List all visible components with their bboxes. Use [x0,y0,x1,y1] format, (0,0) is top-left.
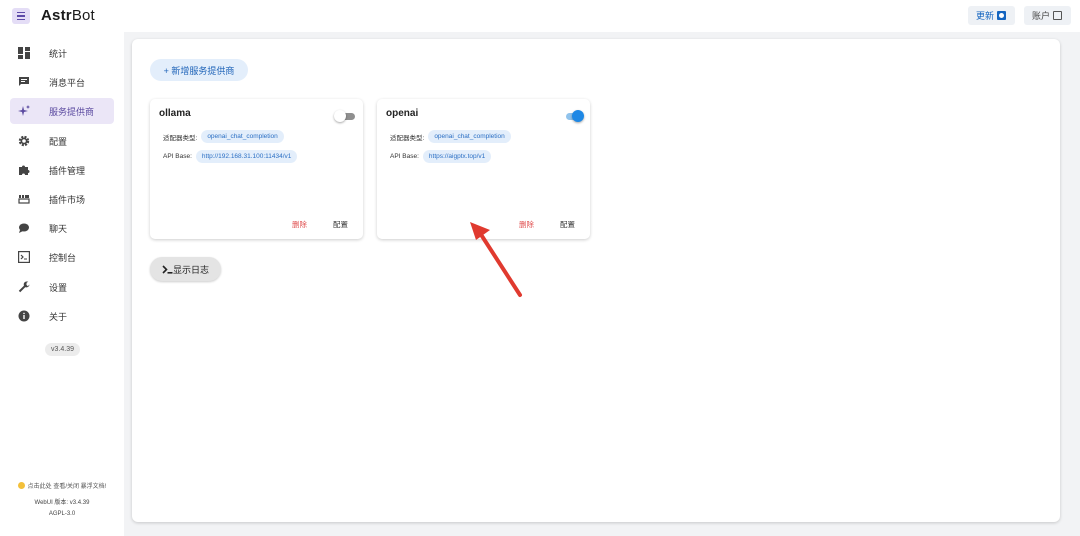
config-button[interactable]: 配置 [333,219,348,230]
app-brand: AstrBot [41,7,95,24]
sidebar-item-label: 服务提供商 [49,106,95,117]
adapter-type-row: 适配器类型: openai_chat_completion [390,130,511,143]
sidebar-item-label: 关于 [49,311,68,322]
annotation-arrow-icon [470,222,522,297]
sidebar-item-providers[interactable]: 服务提供商 [10,98,114,124]
sidebar-item-label: 聊天 [49,223,68,234]
dashboard-icon [18,47,30,59]
sidebar-item-chat[interactable]: 聊天 [10,215,114,241]
adapter-type-label: 适配器类型: [390,134,425,142]
adapter-type-label: 适配器类型: [163,134,198,142]
sidebar: 统计 消息平台 服务提供商 配置 插件管理 插件市场 聊天 控制台 设置 关于 … [0,38,124,536]
brand-bold: Astr [41,7,72,24]
wrench-icon [18,281,30,293]
api-base-label: API Base: [163,153,192,160]
provider-card-ollama: ollama 适配器类型: openai_chat_completion API… [150,99,363,239]
delete-button[interactable]: 删除 [292,219,307,230]
sidebar-item-label: 插件市场 [49,194,86,205]
gear-icon [18,135,30,147]
message-icon [18,76,30,88]
chat-icon [18,222,30,234]
sidebar-item-config[interactable]: 配置 [10,128,114,154]
sidebar-item-plugin-manage[interactable]: 插件管理 [10,157,114,183]
sidebar-item-message-platform[interactable]: 消息平台 [10,69,114,95]
account-button[interactable]: 账户 [1024,6,1071,25]
api-base-chip: http://192.168.31.100:11434/v1 [195,150,298,163]
sidebar-item-stats[interactable]: 统计 [10,40,114,66]
sparkle-icon [18,105,30,117]
toggle-knob [334,110,346,122]
sidebar-item-label: 控制台 [49,252,77,263]
top-bar: AstrBot 更新 账户 [0,0,1080,32]
sidebar-item-label: 设置 [49,282,68,293]
api-base-row: API Base: https://aigptx.top/v1 [390,150,492,163]
sidebar-item-label: 统计 [49,48,68,59]
toggle-knob [572,110,584,122]
console-icon [18,251,30,263]
provider-name: ollama [159,108,191,119]
docs-tip-link[interactable]: 点击此处 查看/关闭 暴浮文档! [0,481,124,490]
show-log-button[interactable]: 显示日志 [150,257,221,281]
provider-enable-toggle[interactable] [561,110,584,124]
info-icon [18,310,30,322]
store-icon [18,193,30,205]
sidebar-item-label: 消息平台 [49,77,86,88]
adapter-type-row: 适配器类型: openai_chat_completion [163,130,284,143]
docs-tip-text: 点击此处 查看/关闭 暴浮文档! [27,484,107,490]
update-label: 更新 [976,11,995,21]
update-icon [997,11,1007,20]
license-text: AGPL-3.0 [48,511,76,517]
version-badge: v3.4.39 [45,343,80,356]
provider-name: openai [386,108,419,119]
update-button[interactable]: 更新 [968,6,1015,25]
sidebar-item-about[interactable]: 关于 [10,303,114,329]
api-base-label: API Base: [390,153,419,160]
webui-version: WebUI 版本: v3.4.39 [34,500,90,506]
add-provider-button[interactable]: + 新增服务提供商 [150,59,248,81]
api-base-row: API Base: http://192.168.31.100:11434/v1 [163,150,298,163]
sidebar-item-plugin-market[interactable]: 插件市场 [10,186,114,212]
sidebar-item-label: 配置 [49,136,68,147]
puzzle-icon [18,164,30,176]
sidebar-item-console[interactable]: 控制台 [10,244,114,270]
sidebar-item-label: 插件管理 [49,165,86,176]
sidebar-item-settings[interactable]: 设置 [10,274,114,300]
account-label: 账户 [1032,11,1051,21]
adapter-type-chip: openai_chat_completion [428,130,511,143]
adapter-type-chip: openai_chat_completion [201,130,284,143]
smile-icon [17,482,25,489]
brand-rest: Bot [71,7,95,24]
show-log-label: 显示日志 [172,264,209,275]
menu-toggle-icon[interactable] [12,8,30,24]
console-prompt-icon [162,264,173,274]
provider-enable-toggle[interactable] [334,110,356,124]
api-base-chip: https://aigptx.top/v1 [422,150,492,163]
config-button[interactable]: 配置 [560,219,575,230]
account-icon [1053,11,1063,20]
